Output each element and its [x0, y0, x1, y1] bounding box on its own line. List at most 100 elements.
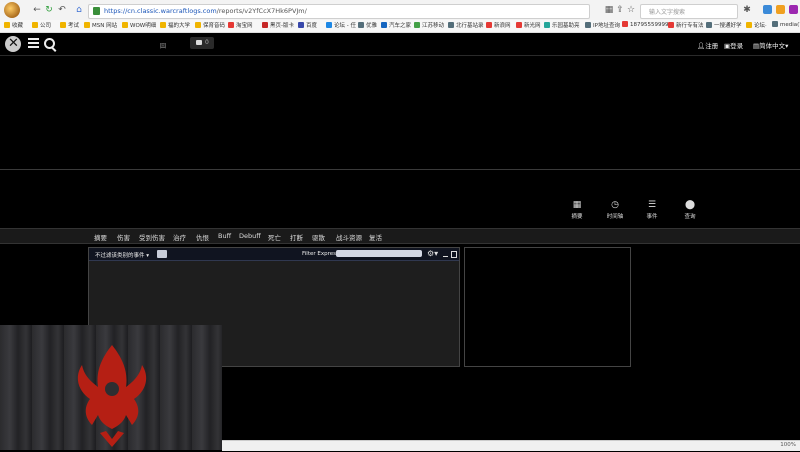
bookmark-item[interactable]: 收藏: [4, 21, 23, 29]
view-button[interactable]: ☰ 事件: [635, 199, 669, 221]
report-tab[interactable]: 打断: [290, 232, 303, 242]
search-icon[interactable]: [44, 38, 55, 49]
share-icon[interactable]: ⇪: [615, 5, 625, 15]
report-tab[interactable]: 死亡: [268, 232, 281, 242]
bookmark-item[interactable]: 考试: [60, 21, 79, 29]
bookmark-icon: [160, 22, 166, 28]
bookmark-label: 收藏: [12, 23, 24, 29]
bookmark-item[interactable]: 北行基站录: [448, 21, 484, 29]
bookmark-icon: [585, 22, 591, 28]
bookmarks-bar: 收藏 公司 考试 MSN 网站 WOW明细 福的大学 保育音码 淘宝网 黑页-版卡 百度 论坛 - …: [0, 20, 800, 33]
browser-status-bar: 100%: [222, 440, 800, 451]
bookmark-item[interactable]: 汽车之家: [381, 21, 411, 29]
extensions-icon[interactable]: ✱: [742, 5, 752, 15]
bookmark-item[interactable]: media(7/: [772, 21, 800, 28]
register-label: 注册: [705, 42, 719, 50]
events-toolbar: 不过滤该类别的事件 ▾ Filter Expression: ⚙︎▾: [89, 248, 459, 261]
star-icon[interactable]: ☆: [626, 5, 636, 15]
grid-icon: ▦: [572, 200, 582, 210]
translate-icon[interactable]: [763, 5, 772, 14]
back-icon[interactable]: ←: [32, 5, 42, 15]
bookmark-item[interactable]: 一搜通好学: [706, 21, 742, 29]
address-url: https://cn.classic.warcraftlogs.com/repo…: [104, 7, 307, 15]
view-button-label: 摘要: [571, 214, 583, 220]
bookmark-item[interactable]: 18795559999: [622, 21, 669, 28]
minimize-icon[interactable]: [443, 256, 448, 257]
view-button[interactable]: ◷ 时间轴: [598, 199, 632, 221]
bookmark-item[interactable]: 黑页-版卡: [262, 21, 294, 29]
bookmark-item[interactable]: WOW明细: [122, 21, 156, 29]
maximize-icon[interactable]: [451, 251, 457, 258]
bookmark-item[interactable]: 论坛·: [746, 21, 767, 29]
bookmark-item[interactable]: IP地址查询: [585, 21, 620, 29]
home-icon[interactable]: ⌂: [74, 5, 84, 15]
bookmark-label: 乐园基助亮: [552, 23, 580, 29]
hamburger-menu-icon[interactable]: [28, 38, 39, 48]
zoom-level[interactable]: 100%: [780, 442, 796, 448]
refresh-icon[interactable]: ↻: [44, 5, 54, 15]
report-tab[interactable]: Buff: [218, 232, 231, 240]
map-pin-icon: ⬤: [684, 200, 696, 210]
language-label: 简体中文: [759, 42, 786, 50]
report-tab[interactable]: Debuff: [239, 232, 261, 240]
browser-search-input[interactable]: 输入文字搜索: [640, 4, 738, 19]
undo-icon[interactable]: ↶: [57, 5, 67, 15]
bookmark-item[interactable]: 福的大学: [160, 21, 190, 29]
bookmark-item[interactable]: 江苏移动: [414, 21, 444, 29]
report-tab[interactable]: 治疗: [173, 232, 186, 242]
bookmark-icon: [746, 22, 752, 28]
bookmark-item[interactable]: 新光网: [516, 21, 541, 29]
bookmark-item[interactable]: 乐园基助亮: [544, 21, 580, 29]
bookmark-item[interactable]: 优雅: [358, 21, 377, 29]
bookmark-item[interactable]: 新行专有法: [668, 21, 704, 29]
filter-expression-input[interactable]: [336, 250, 422, 257]
webcam-overlay: [0, 325, 222, 450]
messages-count: 0: [205, 39, 209, 46]
bookmark-label: 江苏移动: [422, 23, 445, 29]
bookmark-icon: [326, 22, 332, 28]
grid-icon[interactable]: ▦: [604, 5, 614, 15]
view-button-label: 查询: [684, 214, 696, 220]
bookmark-label: 新光网: [524, 23, 541, 29]
url-host: https://cn.classic.warcraftlogs.com: [104, 7, 217, 15]
filter-toggle-button[interactable]: [157, 250, 167, 258]
user-avatar[interactable]: [4, 2, 20, 18]
browser-toolbar: ← ↻ ↶ ⌂ https://cn.classic.warcraftlogs.…: [0, 0, 800, 20]
event-filter-dropdown[interactable]: 不过滤该类别的事件 ▾: [95, 251, 149, 259]
view-button[interactable]: ▦ 摘要: [560, 199, 594, 221]
register-link[interactable]: 👤︎注册: [697, 40, 718, 50]
report-tab-bar: 摘要 伤害 受到伤害 治疗 仇恨 Buff Debuff 死亡 打断 驱散 战斗资源 复活: [0, 228, 800, 244]
address-bar[interactable]: https://cn.classic.warcraftlogs.com/repo…: [88, 4, 590, 19]
site-navbar: [0, 33, 800, 56]
report-tab[interactable]: 驱散: [312, 232, 325, 242]
login-link[interactable]: ▣登录: [724, 40, 743, 50]
language-selector[interactable]: ▤简体中文▾: [753, 40, 788, 50]
gear-icon[interactable]: ⚙︎▾: [427, 249, 438, 258]
horde-emblem-icon: [77, 345, 147, 447]
report-tab[interactable]: 战斗资源: [336, 232, 362, 242]
report-tab[interactable]: 仇恨: [196, 232, 209, 242]
bookmark-item[interactable]: 公司: [32, 21, 51, 29]
bookmark-label: 优雅: [366, 23, 378, 29]
bookmark-label: 论坛·: [754, 23, 767, 29]
messages-button[interactable]: 0: [190, 37, 214, 49]
menu-icon[interactable]: [789, 5, 798, 14]
bookmark-item[interactable]: 百度: [298, 21, 317, 29]
view-button[interactable]: ⬤ 查询: [673, 199, 707, 221]
bookmark-item[interactable]: 保育音码: [195, 21, 225, 29]
warcraftlogs-logo[interactable]: [5, 36, 21, 52]
bookmark-item[interactable]: MSN 网站: [84, 21, 117, 29]
nav-square-label[interactable]: 囧: [160, 41, 166, 50]
report-tab[interactable]: 受到伤害: [139, 232, 165, 242]
bookmark-icon: [544, 22, 550, 28]
bookmark-icon: [516, 22, 522, 28]
bookmark-icon: [32, 22, 38, 28]
bookmark-item[interactable]: 新浪网: [486, 21, 511, 29]
bookmark-icon: [298, 22, 304, 28]
report-tab[interactable]: 伤害: [117, 232, 130, 242]
report-tab[interactable]: 摘要: [94, 232, 107, 242]
bookmark-item[interactable]: 淘宝网: [228, 21, 253, 29]
bookmark-item[interactable]: 论坛 - 任: [326, 21, 356, 29]
report-tab[interactable]: 复活: [369, 232, 382, 242]
download-icon[interactable]: [776, 5, 785, 14]
